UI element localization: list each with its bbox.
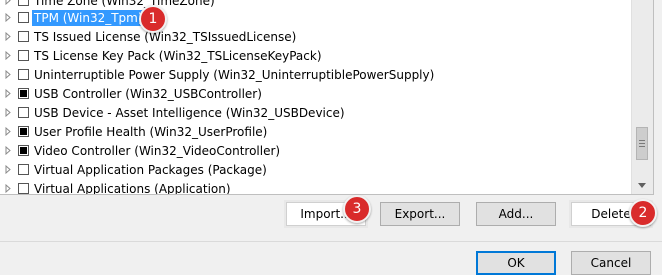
- scrollbar-thumb[interactable]: [636, 127, 648, 160]
- class-tree-view[interactable]: Time Zone (Win32_TimeZone) TPM (Win32_Tp…: [0, 0, 654, 195]
- tree-item-label: TS Issued License (Win32_TSIssuedLicense…: [34, 29, 297, 44]
- scroll-down-arrow-icon[interactable]: [638, 183, 646, 188]
- tree-row[interactable]: Virtual Applications (Application): [0, 179, 632, 195]
- checkbox[interactable]: [18, 31, 29, 42]
- ok-button[interactable]: OK: [476, 251, 556, 275]
- tree-row[interactable]: Video Controller (Win32_VideoController): [0, 141, 632, 160]
- checkbox[interactable]: [18, 183, 29, 194]
- tree-row[interactable]: Virtual Application Packages (Package): [0, 160, 632, 179]
- tree-row[interactable]: User Profile Health (Win32_UserProfile): [0, 122, 632, 141]
- checkbox[interactable]: [18, 126, 29, 137]
- expander-icon[interactable]: [4, 12, 12, 24]
- expander-icon[interactable]: [4, 50, 12, 62]
- tree-item-label: User Profile Health (Win32_UserProfile): [34, 124, 268, 139]
- checkbox[interactable]: [18, 0, 29, 6]
- tree-row[interactable]: Uninterruptible Power Supply (Win32_Unin…: [0, 65, 632, 84]
- export-button[interactable]: Export...: [380, 202, 460, 226]
- tree-item-label: Virtual Application Packages (Package): [34, 162, 267, 177]
- expander-icon[interactable]: [4, 145, 12, 157]
- tree-row[interactable]: TS License Key Pack (Win32_TSLicenseKeyP…: [0, 46, 632, 65]
- checkbox[interactable]: [18, 88, 29, 99]
- step-badge-1: 1: [139, 5, 167, 33]
- checkbox[interactable]: [18, 107, 29, 118]
- divider: [0, 241, 662, 242]
- tree-row[interactable]: TS Issued License (Win32_TSIssuedLicense…: [0, 27, 632, 46]
- cancel-button[interactable]: Cancel: [571, 251, 651, 275]
- expander-icon[interactable]: [4, 183, 12, 195]
- step-badge-3: 3: [343, 195, 371, 223]
- checkbox[interactable]: [18, 12, 29, 23]
- tree-item-label: TPM (Win32_Tpm): [32, 9, 145, 26]
- checkbox[interactable]: [18, 50, 29, 61]
- expander-icon[interactable]: [4, 31, 12, 43]
- expander-icon[interactable]: [4, 126, 12, 138]
- tree-item-label: USB Device - Asset Intelligence (Win32_U…: [34, 105, 345, 120]
- checkbox[interactable]: [18, 164, 29, 175]
- tree-item-label: Uninterruptible Power Supply (Win32_Unin…: [34, 67, 435, 82]
- checkbox[interactable]: [18, 69, 29, 80]
- tree-row[interactable]: TPM (Win32_Tpm): [0, 8, 632, 27]
- expander-icon[interactable]: [4, 0, 12, 7]
- expander-icon[interactable]: [4, 88, 12, 100]
- tree-item-label: Virtual Applications (Application): [34, 181, 231, 195]
- tree-item-label: Video Controller (Win32_VideoController): [34, 143, 281, 158]
- add-button[interactable]: Add...: [476, 202, 556, 226]
- expander-icon[interactable]: [4, 107, 12, 119]
- tree-item-label: USB Controller (Win32_USBController): [34, 86, 262, 101]
- step-badge-2: 2: [629, 199, 657, 227]
- checkbox[interactable]: [18, 145, 29, 156]
- tree-item-label: TS License Key Pack (Win32_TSLicenseKeyP…: [34, 48, 322, 63]
- tree-row[interactable]: USB Device - Asset Intelligence (Win32_U…: [0, 103, 632, 122]
- expander-icon[interactable]: [4, 69, 12, 81]
- expander-icon[interactable]: [4, 164, 12, 176]
- vertical-scrollbar[interactable]: [631, 0, 653, 194]
- tree-row[interactable]: USB Controller (Win32_USBController): [0, 84, 632, 103]
